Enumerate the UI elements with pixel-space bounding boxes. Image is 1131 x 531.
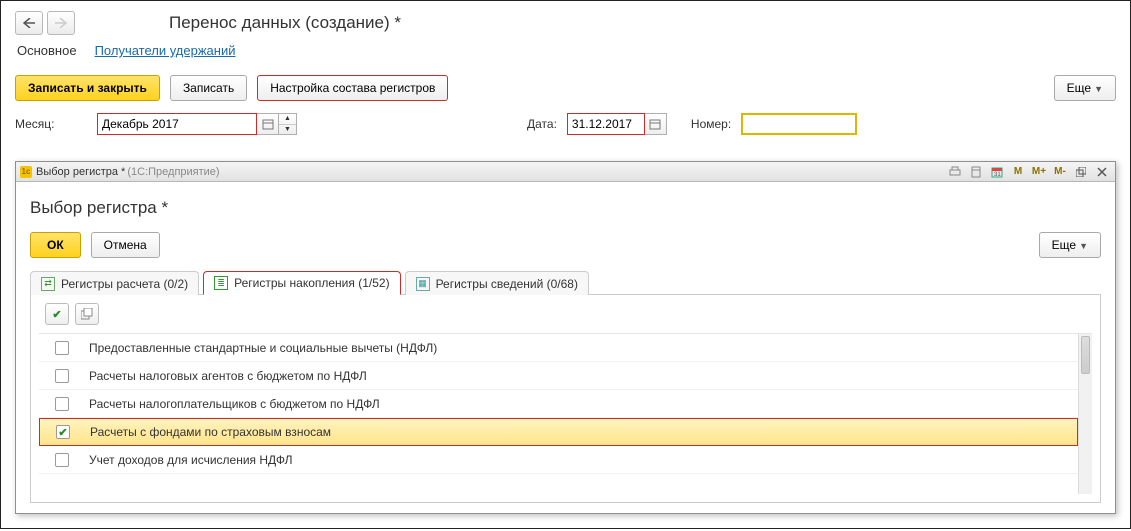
register-row[interactable]: Расчеты налогоплательщиков с бюджетом по… [39,390,1078,418]
calendar-glyph-icon [262,118,274,130]
calculator-icon[interactable] [967,164,985,180]
row-checkbox[interactable]: ✔ [56,425,70,439]
memory-mminus-button[interactable]: M- [1051,164,1069,180]
modal-more-button[interactable]: Еще▼ [1039,232,1101,258]
chevron-down-icon: ▼ [1079,241,1088,251]
app-1c-icon: 1c [20,166,32,178]
row-checkbox[interactable] [55,397,69,411]
save-button[interactable]: Записать [170,75,247,101]
month-input[interactable] [97,113,257,135]
number-label: Номер: [691,117,731,131]
arrow-left-icon [23,18,35,28]
calc-register-icon: ⇄ [41,277,55,291]
tab-accum-registers[interactable]: ≣ Регистры накопления (1/52) [203,271,400,295]
calendar-glyph-icon [649,118,661,130]
date-label: Дата: [527,117,557,131]
more-button[interactable]: Еще▼ [1054,75,1116,101]
window-restore-button[interactable] [1072,164,1090,180]
register-select-modal: 1c Выбор регистра * (1С:Предприятие) 31 … [15,161,1116,514]
row-checkbox[interactable] [55,453,69,467]
date-input[interactable] [567,113,645,135]
configure-registers-button[interactable]: Настройка состава регистров [257,75,448,101]
close-button[interactable] [1093,164,1111,180]
row-label: Предоставленные стандартные и социальные… [89,341,437,355]
scrollbar-thumb[interactable] [1081,336,1090,374]
memory-mplus-button[interactable]: M+ [1030,164,1048,180]
tab-calc-registers[interactable]: ⇄ Регистры расчета (0/2) [30,271,199,295]
tab-info-registers[interactable]: ▦ Регистры сведений (0/68) [405,271,589,295]
check-all-button[interactable]: ✔ [45,303,69,325]
memory-m-button[interactable]: M [1009,164,1027,180]
ok-button[interactable]: ОК [30,232,81,258]
modal-titlebar[interactable]: 1c Выбор регистра * (1С:Предприятие) 31 … [16,162,1115,182]
print-icon[interactable] [946,164,964,180]
row-label: Расчеты налогоплательщиков с бюджетом по… [89,397,380,411]
check-all-icon: ✔ [52,308,61,321]
register-row[interactable]: Учет доходов для исчисления НДФЛ [39,446,1078,474]
save-close-button[interactable]: Записать и закрыть [15,75,160,101]
month-spinner[interactable]: ▲▼ [279,113,297,135]
row-checkbox[interactable] [55,369,69,383]
cancel-button[interactable]: Отмена [91,232,160,258]
accum-register-icon: ≣ [214,276,228,290]
svg-text:31: 31 [994,172,1001,178]
number-input[interactable] [741,113,857,135]
tab-recipients[interactable]: Получатели удержаний [95,43,236,61]
arrow-right-icon [55,18,67,28]
register-row[interactable]: Расчеты налоговых агентов с бюджетом по … [39,362,1078,390]
register-row[interactable]: ✔ Расчеты с фондами по страховым взносам [39,418,1078,446]
row-label: Учет доходов для исчисления НДФЛ [89,453,293,467]
month-label: Месяц: [15,117,87,131]
row-label: Расчеты налоговых агентов с бюджетом по … [89,369,367,383]
calendar-icon[interactable] [257,113,279,135]
modal-titlebar-subtitle: (1С:Предприятие) [127,166,219,178]
page-title: Перенос данных (создание) * [169,13,401,33]
info-register-icon: ▦ [416,277,430,291]
nav-back-button[interactable] [15,11,43,35]
modal-titlebar-title: Выбор регистра * [36,166,125,178]
row-checkbox[interactable] [55,341,69,355]
register-row[interactable]: Предоставленные стандартные и социальные… [39,334,1078,362]
vertical-scrollbar[interactable] [1078,334,1092,494]
nav-forward-button[interactable] [47,11,75,35]
calendar-tool-icon[interactable]: 31 [988,164,1006,180]
modal-title: Выбор регистра * [30,198,1101,218]
uncheck-all-icon [81,308,93,320]
tab-main[interactable]: Основное [17,43,77,61]
chevron-down-icon: ▼ [1094,84,1103,94]
uncheck-all-button[interactable] [75,303,99,325]
row-label: Расчеты с фондами по страховым взносам [90,425,331,439]
calendar-icon[interactable] [645,113,667,135]
